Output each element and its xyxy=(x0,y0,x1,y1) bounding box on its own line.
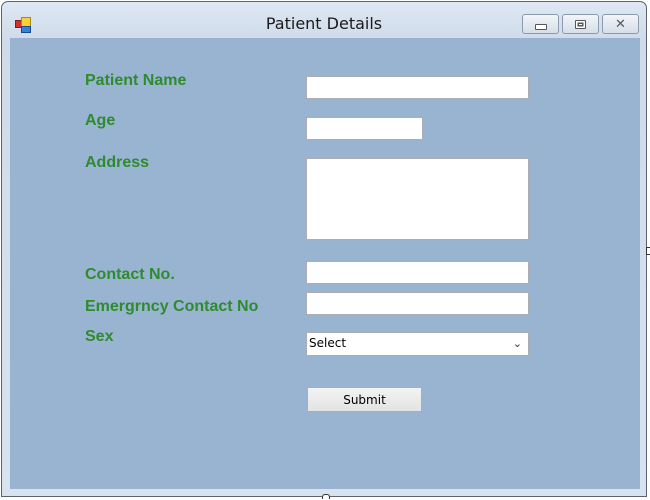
submit-button[interactable]: Submit xyxy=(307,387,422,412)
address-textarea[interactable] xyxy=(306,158,529,240)
patient-name-label: Patient Name xyxy=(85,72,187,89)
address-label: Address xyxy=(85,154,150,171)
patient-name-input[interactable] xyxy=(306,76,529,99)
age-input[interactable] xyxy=(306,117,423,140)
close-button[interactable]: ✕ xyxy=(602,14,639,34)
sex-label: Sex xyxy=(85,328,114,345)
side-resize-grip[interactable] xyxy=(646,247,650,255)
resize-grip[interactable] xyxy=(322,494,330,499)
chevron-down-icon[interactable]: ⌄ xyxy=(513,337,522,350)
minimize-button[interactable] xyxy=(522,14,559,34)
close-icon: ✕ xyxy=(615,16,626,32)
emergency-contact-no-label: Emergrncy Contact No xyxy=(85,298,259,315)
contact-no-input[interactable] xyxy=(306,261,529,284)
maximize-icon xyxy=(575,19,586,29)
contact-no-label: Contact No. xyxy=(85,266,175,283)
title-bar[interactable]: Patient Details ✕ xyxy=(2,2,646,40)
minimize-icon xyxy=(534,23,547,30)
sex-select[interactable]: Select ⌄ xyxy=(306,332,529,356)
sex-select-value: Select xyxy=(309,336,347,350)
maximize-button[interactable] xyxy=(562,14,599,34)
age-label: Age xyxy=(85,112,116,129)
form-client-area: Patient Name Age Address Contact No. Eme… xyxy=(10,38,640,489)
emergency-contact-no-input[interactable] xyxy=(306,292,529,315)
